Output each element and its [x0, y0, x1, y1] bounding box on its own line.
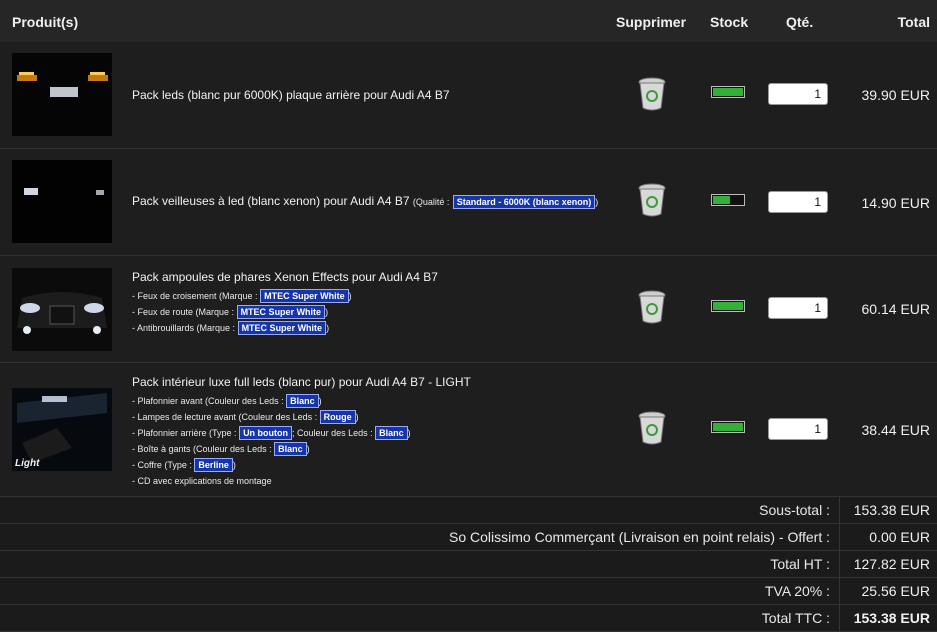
option-value-badge: Un bouton	[239, 426, 293, 440]
line-total: 38.44 EUR	[861, 422, 930, 438]
product-thumbnail[interactable]: Light	[12, 388, 112, 471]
shopping-cart: Produit(s) Supprimer Stock Qté. Total Pa…	[0, 0, 937, 632]
option-line: - Lampes de lecture avant (Couleur des L…	[132, 410, 359, 424]
summary-value: 153.38 EUR	[853, 502, 930, 518]
product-description: Pack ampoules de phares Xenon Effects po…	[132, 270, 438, 336]
product-description: Pack veilleuses à led (blanc xenon) pour…	[132, 194, 599, 209]
option-line: - Feux de route (Marque : MTEC Super Whi…	[132, 305, 329, 319]
header-qty: Qté.	[786, 14, 814, 30]
product-description: Pack leds (blanc pur 6000K) plaque arriè…	[132, 88, 450, 102]
summary-label: TVA 20% :	[764, 583, 830, 599]
cart-row: Pack leds (blanc pur 6000K) plaque arriè…	[0, 42, 937, 149]
summary-row-total-ttc: Total TTC : 153.38 EUR	[0, 605, 937, 632]
trash-bin-icon[interactable]	[637, 290, 667, 324]
stock-battery-icon	[711, 421, 745, 433]
product-title-link[interactable]: Pack veilleuses à led (blanc xenon) pour…	[132, 194, 410, 208]
summary-label: Total TTC :	[761, 610, 830, 626]
summary-row-subtotal: Sous-total : 153.38 EUR	[0, 497, 937, 524]
header-total: Total	[897, 14, 930, 30]
option-value-badge: Berline	[194, 458, 233, 472]
trash-bin-icon[interactable]	[637, 183, 667, 217]
option-value-badge: Blanc	[375, 426, 408, 440]
option-value-badge: Rouge	[319, 410, 356, 424]
option-line: - Boîte à gants (Couleur des Leds : Blan…	[132, 442, 310, 456]
summary-value: 153.38 EUR	[853, 610, 930, 626]
line-total: 39.90 EUR	[861, 87, 930, 103]
summary-value: 25.56 EUR	[861, 583, 930, 599]
trash-bin-icon[interactable]	[637, 77, 667, 111]
header-product: Produit(s)	[12, 14, 79, 30]
product-thumbnail[interactable]	[12, 160, 112, 243]
stock-battery-icon	[711, 194, 745, 206]
option-value-badge: Blanc	[274, 442, 307, 456]
option-value-badge: MTEC Super White	[260, 289, 349, 303]
option-line: - Plafonnier arrière (Type : Un bouton; …	[132, 426, 411, 440]
summary-label: Total HT :	[770, 556, 830, 572]
summary-label: So Colissimo Commerçant (Livraison en po…	[449, 529, 830, 545]
rear-plate-led-photo	[12, 53, 112, 136]
option-value-badge: Blanc	[286, 394, 319, 408]
header-stock: Stock	[710, 14, 749, 30]
quantity-input[interactable]	[768, 297, 828, 319]
summary-row-vat: TVA 20% : 25.56 EUR	[0, 578, 937, 605]
option-line: - Coffre (Type : Berline)	[132, 458, 236, 472]
option-line: - Antibrouillards (Marque : MTEC Super W…	[132, 321, 330, 335]
quantity-input[interactable]	[768, 418, 828, 440]
stock-battery-icon	[711, 300, 745, 312]
line-total: 60.14 EUR	[861, 301, 930, 317]
cart-header: Produit(s) Supprimer Stock Qté. Total	[0, 0, 937, 42]
quantity-input[interactable]	[768, 191, 828, 213]
trash-bin-icon[interactable]	[637, 411, 667, 445]
option-label: (Qualité :	[412, 197, 450, 207]
product-title-link[interactable]: Pack ampoules de phares Xenon Effects po…	[132, 270, 438, 284]
product-title-link[interactable]: Pack leds (blanc pur 6000K) plaque arriè…	[132, 88, 450, 102]
option-line: - Feux de croisement (Marque : MTEC Supe…	[132, 289, 352, 303]
summary-value: 0.00 EUR	[869, 529, 930, 545]
line-total: 14.90 EUR	[861, 195, 930, 211]
product-description: Pack intérieur luxe full leds (blanc pur…	[132, 375, 471, 489]
cart-row: Light Pack intérieur luxe full leds (bla…	[0, 363, 937, 497]
cart-row: Pack ampoules de phares Xenon Effects po…	[0, 256, 937, 363]
quantity-input[interactable]	[768, 83, 828, 105]
option-line: - CD avec explications de montage	[132, 476, 272, 486]
thumb-caption: Light	[15, 458, 40, 469]
option-value-badge: Standard - 6000K (blanc xenon)	[452, 195, 596, 209]
stock-battery-icon	[711, 86, 745, 98]
product-thumbnail[interactable]	[12, 268, 112, 351]
option-line: - Plafonnier avant (Couleur des Leds : B…	[132, 394, 322, 408]
header-delete: Supprimer	[616, 14, 687, 30]
summary-label: Sous-total :	[759, 502, 830, 518]
option-value-badge: MTEC Super White	[237, 321, 327, 335]
interior-led-photo: Light	[12, 388, 112, 471]
cart-row: Pack veilleuses à led (blanc xenon) pour…	[0, 149, 937, 256]
summary-row-total-ht: Total HT : 127.82 EUR	[0, 551, 937, 578]
side-light-led-photo	[12, 160, 112, 243]
product-thumbnail[interactable]	[12, 53, 112, 136]
option-value-badge: MTEC Super White	[236, 305, 326, 319]
car-front-headlights-photo	[12, 268, 112, 351]
product-title-link[interactable]: Pack intérieur luxe full leds (blanc pur…	[132, 375, 471, 389]
summary-row-shipping: So Colissimo Commerçant (Livraison en po…	[0, 524, 937, 551]
summary-value: 127.82 EUR	[853, 556, 930, 572]
